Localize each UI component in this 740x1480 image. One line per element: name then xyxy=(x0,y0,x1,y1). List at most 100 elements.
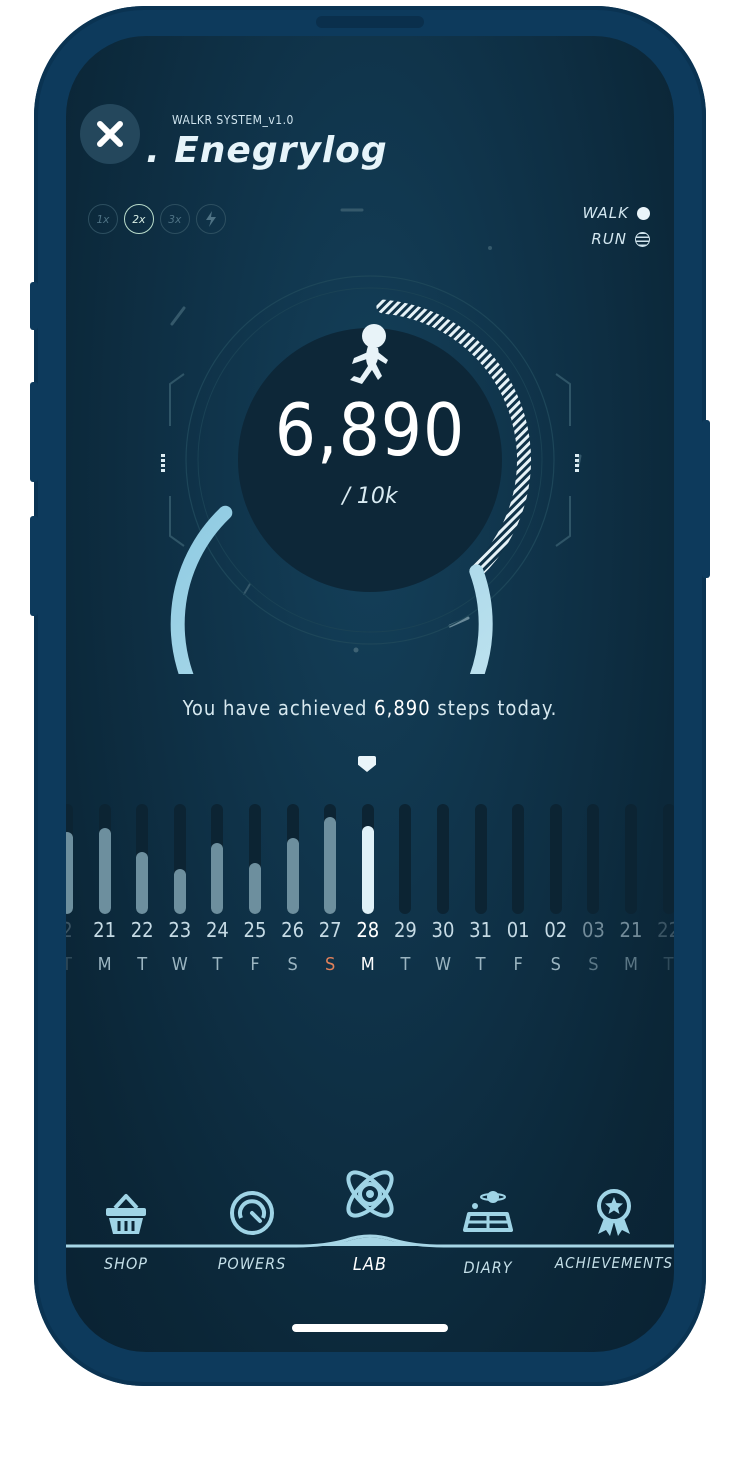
day-bar-track xyxy=(512,804,525,914)
bracket-left-top xyxy=(169,373,185,426)
day-weekday: T xyxy=(475,954,486,975)
bracket-right-bottom xyxy=(555,496,571,547)
day-weekday: T xyxy=(137,954,148,975)
day-weekday: S xyxy=(588,954,599,975)
day-weekday: F xyxy=(513,954,523,975)
left-tick-marks xyxy=(161,454,165,472)
day-weekday: S xyxy=(325,954,336,975)
day-weekday: S xyxy=(550,954,561,975)
nav-achievements-label: ACHIEVEMENTS xyxy=(554,1254,674,1272)
day-bar xyxy=(324,817,337,914)
multiplier-selector: 1x 2x 3x xyxy=(88,204,226,234)
day-bar-track xyxy=(437,804,449,914)
page-title: . Enegrylog xyxy=(146,130,388,171)
speaker-notch xyxy=(316,16,424,28)
day-weekday: T xyxy=(212,954,223,975)
nav-achievements[interactable] xyxy=(554,1156,674,1242)
multiplier-boost[interactable] xyxy=(196,204,226,234)
nav-lab[interactable] xyxy=(310,1156,430,1230)
day-bar-track xyxy=(549,804,562,914)
day-date: 2 xyxy=(66,918,73,942)
day-weekday: M xyxy=(624,954,638,975)
mode-run[interactable]: RUN xyxy=(591,230,650,248)
day-date: 30 xyxy=(431,918,455,942)
day-bar xyxy=(361,826,374,914)
day-date: 22 xyxy=(657,918,674,942)
system-label: WALKR SYSTEM_v1.0 xyxy=(172,113,294,127)
planet-desk-icon xyxy=(463,1191,513,1232)
side-button-silent xyxy=(30,282,38,330)
side-button-power xyxy=(702,420,710,578)
day-bar-track xyxy=(399,804,412,914)
bracket-left-bottom xyxy=(169,496,185,547)
day-weekday: T xyxy=(663,954,674,975)
bracket-right-top xyxy=(555,373,571,426)
day-date: 24 xyxy=(205,918,229,942)
day-bar-track xyxy=(136,804,149,914)
day-bar-track xyxy=(211,804,224,914)
day-bar-track xyxy=(474,804,487,914)
gauge-icon xyxy=(230,1191,274,1235)
close-icon xyxy=(97,121,123,147)
day-bar-track xyxy=(361,804,374,914)
nav-lab-label: LAB xyxy=(352,1254,388,1275)
runner-icon xyxy=(350,324,388,384)
day-date: 21 xyxy=(93,918,117,942)
day-bar xyxy=(286,838,299,914)
nav-powers-label: POWERS xyxy=(217,1254,287,1273)
side-button-volume-down xyxy=(30,516,38,616)
multiplier-3x[interactable]: 3x xyxy=(160,204,190,234)
home-indicator[interactable] xyxy=(292,1324,448,1332)
day-weekday: F xyxy=(250,954,260,975)
step-goal: / 10k xyxy=(342,484,398,509)
day-date: 25 xyxy=(243,918,267,942)
day-date: 01 xyxy=(506,918,530,942)
day-date: 27 xyxy=(318,918,342,942)
day-date: 28 xyxy=(356,918,380,942)
multiplier-2x[interactable]: 2x xyxy=(124,204,154,234)
medal-icon xyxy=(597,1189,631,1236)
day-weekday: T xyxy=(66,954,72,975)
walk-selected-dot-icon xyxy=(637,206,650,220)
nav-shop[interactable] xyxy=(66,1156,186,1244)
day-bar-track xyxy=(662,804,674,914)
mode-walk[interactable]: WALK xyxy=(582,204,650,222)
nav-powers[interactable] xyxy=(192,1156,312,1242)
day-bar xyxy=(173,868,186,914)
day-date: 31 xyxy=(469,918,493,942)
multiplier-1x[interactable]: 1x xyxy=(88,204,118,234)
day-bar xyxy=(98,828,111,914)
day-bar-track xyxy=(173,804,186,914)
summary-suffix: steps today. xyxy=(430,696,558,720)
day-date: 22 xyxy=(130,918,154,942)
day-date: 26 xyxy=(281,918,305,942)
day-bar xyxy=(249,863,261,914)
day-date: 03 xyxy=(581,918,605,942)
atom-icon xyxy=(346,1170,394,1218)
summary-steps: 6,890 xyxy=(374,696,431,720)
day-weekday: T xyxy=(400,954,411,975)
day-weekday: W xyxy=(434,954,451,975)
side-button-volume-up xyxy=(30,382,38,482)
nav-diary[interactable] xyxy=(428,1156,548,1242)
close-button[interactable] xyxy=(80,104,140,164)
achievement-summary: You have achieved 6,890 steps today. xyxy=(66,696,674,720)
day-bar-track xyxy=(98,804,111,914)
day-weekday: M xyxy=(360,954,375,975)
day-weekday: W xyxy=(171,954,188,975)
day-bar-track xyxy=(286,804,299,914)
run-unselected-dot-icon xyxy=(635,231,650,247)
day-bar-track xyxy=(324,804,337,914)
day-date: 29 xyxy=(393,918,417,942)
daily-steps-timeline[interactable]: 2 T 21 M 22 T 23 W 24 T 25 F 26 S 27 S 28 M 29 T 30 W 31 T 01 F 02… xyxy=(66,804,674,1004)
right-tick-marks xyxy=(575,454,579,472)
basket-icon xyxy=(106,1194,146,1234)
nav-diary-label: DIARY xyxy=(463,1258,513,1277)
day-weekday: S xyxy=(287,954,298,975)
day-bar xyxy=(211,842,224,914)
day-date: 21 xyxy=(619,918,643,942)
app-screen: WALKR SYSTEM_v1.0 . Enegrylog 1x 2x 3x W… xyxy=(66,36,674,1352)
day-date: 02 xyxy=(544,918,568,942)
day-bar xyxy=(136,852,149,914)
day-bar-track xyxy=(587,804,600,914)
